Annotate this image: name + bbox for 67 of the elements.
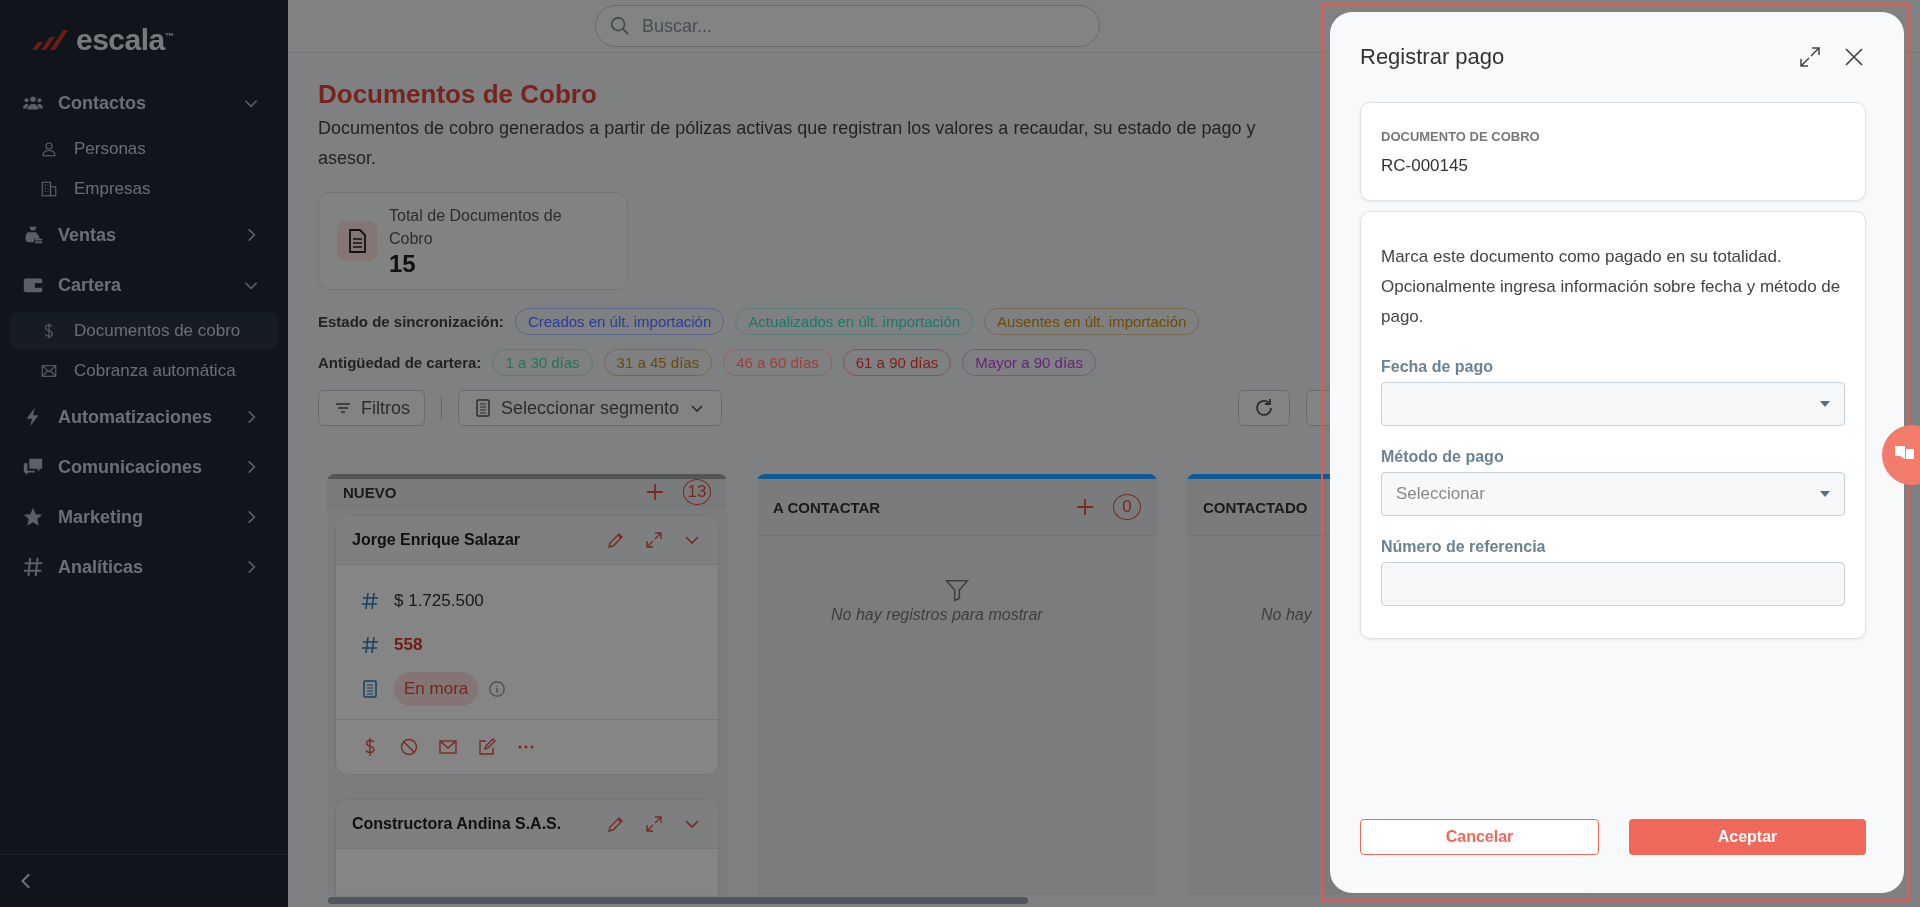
logo-icon [30,28,70,52]
envelope-icon [40,362,58,380]
filter-button[interactable]: Filtros [318,390,425,426]
document-icon [337,221,377,261]
add-icon[interactable] [645,482,665,502]
hash-icon [360,591,380,611]
expand-icon[interactable] [1798,45,1822,69]
page-description: asesor. [318,147,377,170]
nav-subitem[interactable]: Documentos de cobro [10,312,278,350]
person-icon [40,140,58,158]
nav-subitem[interactable]: Empresas [10,170,278,208]
accept-button[interactable]: Aceptar [1629,819,1866,855]
select-field[interactable] [1381,382,1845,426]
logo-text: escala$^{™}$ [76,23,174,57]
hash-icon [360,635,380,655]
refresh-button[interactable] [1238,390,1290,426]
scrollbar[interactable] [328,897,1028,904]
dropdown-arrow-icon [1820,491,1830,497]
document-number: RC-000145 [1381,156,1469,176]
hash-icon [22,556,44,578]
nav-item[interactable]: Contactos [10,78,278,128]
field-caption: DOCUMENTO DE COBRO [1381,129,1541,144]
empty-message: No hay [1261,606,1314,624]
add-icon[interactable] [1075,497,1095,517]
nav-item[interactable]: Automatizaciones [10,392,278,442]
stat-label: Total de Documentos de Cobro [389,206,563,249]
filter-label: Estado de sincronización: [318,313,504,330]
card-title: Jorge Enrique Salazar [352,531,521,549]
envelope-icon[interactable] [438,737,458,757]
info-icon[interactable] [488,680,507,698]
status-badge: En mora [394,672,479,706]
field-label: Método de pago [1381,448,1505,466]
list-icon [360,679,380,699]
column-title: A CONTACTAR [773,498,881,516]
nav-item[interactable]: Marketing [10,492,278,542]
segment-dropdown[interactable]: Seleccionar segmento [458,390,723,426]
select-field[interactable]: Seleccionar [1381,472,1845,516]
stat-value: 15 [389,250,417,278]
column-title: NUEVO [343,483,397,501]
nav-item[interactable]: Analíticas [10,542,278,592]
field-label: Número de referencia [1381,538,1547,556]
dialog-message: Marca este documento como pagado en su totalidad. Opcionalmente ingresa información sobre fecha y método de pago. [1381,246,1842,328]
search-icon [609,15,631,37]
page-title: Documentos de Cobro [318,79,598,110]
building-icon [40,180,58,198]
amount-value: $ 1.725.500 [394,591,484,611]
nav-item[interactable]: Cartera [10,260,278,310]
dropdown-arrow-icon [1820,401,1830,407]
nav-subitem[interactable]: Personas [10,130,278,168]
empty-message: No hay registros para mostrar [831,606,1044,624]
column-title: CONTACTADO [1203,498,1308,516]
dialog-title: Registrar pago [1360,44,1505,70]
filter-label: Antigüedad de cartera: [318,354,482,371]
page-description: Documentos de cobro generados a partir de pólizas activas que registran los valores a recaudar, su estado de pago y [318,117,1256,140]
star-icon [22,506,44,528]
text-field[interactable] [1381,562,1845,606]
cancel-button[interactable]: Cancelar [1360,819,1599,855]
nav-item[interactable]: Comunicaciones [10,442,278,492]
field-label: Fecha de pago [1381,358,1495,376]
nav-item[interactable]: Ventas [10,210,278,260]
days-value: 558 [394,635,423,655]
card-title: Constructora Andina S.A.S. [352,815,562,833]
edit-icon[interactable] [477,737,497,757]
search-field[interactable]: Buscar... [595,5,1100,47]
list-icon [473,398,493,418]
nav-subitem[interactable]: Cobranza automática [10,352,278,390]
block-icon[interactable] [399,737,419,757]
